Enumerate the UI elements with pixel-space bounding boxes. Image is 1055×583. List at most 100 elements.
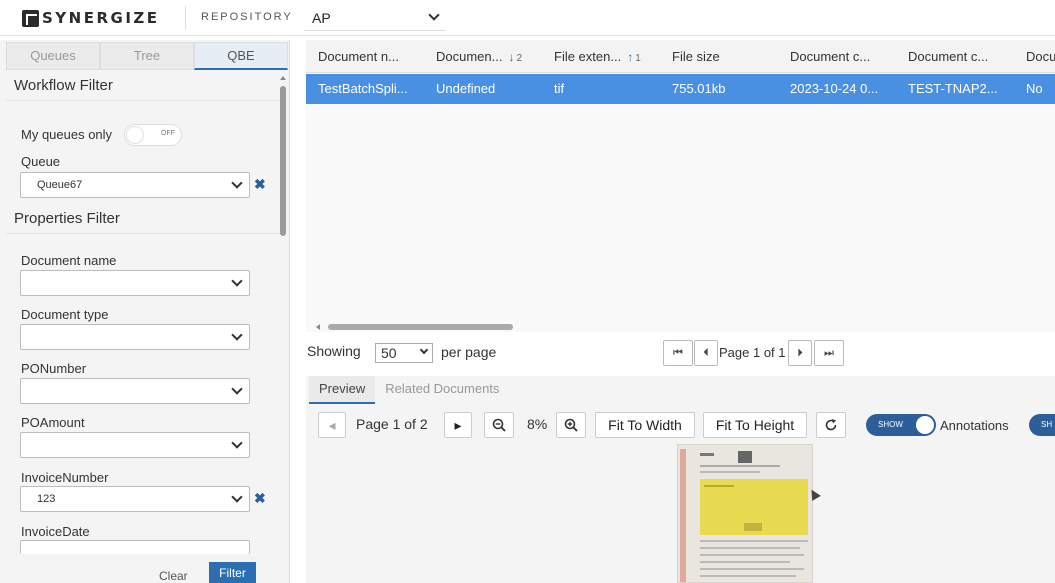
prev-preview-page-button[interactable]: ◂ [318,412,346,438]
rotate-button[interactable] [816,412,846,438]
poamount-label: POAmount [21,415,85,430]
tab-related-documents[interactable]: Related Documents [375,376,509,404]
annotations-toggle[interactable]: SHOW [866,414,936,436]
column-label: File size [672,49,720,64]
column-header-document-created[interactable]: Document c... [778,40,896,73]
fit-to-width-button[interactable]: Fit To Width [595,412,695,438]
tab-tree[interactable]: Tree [100,42,194,70]
clear-queue-icon[interactable]: ✖ [254,176,266,193]
filter-actions: Clear Filter [0,562,280,583]
column-label: Documen... [436,49,503,64]
table-cell: tif [554,81,565,96]
zoom-level: 8% [527,416,548,432]
ponumber-label: PONumber [21,361,87,376]
zoom-out-icon [492,418,506,432]
document-preview-image[interactable] [677,444,813,583]
fit-to-height-button[interactable]: Fit To Height [703,412,807,438]
scrollbar-thumb[interactable] [328,324,513,330]
column-header-docu[interactable]: Docu [1014,40,1055,73]
per-page-select[interactable]: 50 [375,343,433,363]
chevron-down-icon [231,491,243,503]
preview-tabs: Preview Related Documents [309,376,509,404]
filter-button[interactable]: Filter [209,562,256,583]
next-preview-page-button[interactable]: ▸ [444,412,472,438]
document-type-label: Document type [21,307,109,322]
logo-mark-icon [22,9,39,27]
column-label: Document n... [318,49,399,64]
queue-dropdown[interactable]: Queue67 [20,172,250,198]
toggle-knob [916,416,934,434]
sort-index: 2 [516,53,523,64]
chevron-down-icon [231,383,243,395]
grid-horizontal-scrollbar[interactable] [306,322,1055,332]
table-row[interactable]: TestBatchSpli... Undefined tif 755.01kb … [306,74,1055,104]
document-name-dropdown[interactable] [20,270,250,296]
column-header-document-type[interactable]: Documen... ↓ 2 [424,40,542,73]
toggle-knob [126,126,144,144]
grid-page-indicator: Page 1 of 1 [719,345,786,360]
repository-value: AP [312,10,331,26]
rotate-icon [825,419,837,431]
chevron-down-icon [231,177,243,189]
divider [185,6,186,30]
left-tabs: Queues Tree QBE [6,42,288,70]
invoicenumber-dropdown[interactable]: 123 [20,486,250,512]
poamount-dropdown[interactable] [20,432,250,458]
panel-scrollbar[interactable] [279,76,287,576]
prev-page-button[interactable]: ⏴ [694,340,718,366]
filter-panel: Queues Tree QBE Workflow Filter My queue… [0,40,290,583]
scroll-left-icon[interactable] [316,324,320,330]
workflow-filter-heading: Workflow Filter [6,71,280,101]
repository-label: REPOSITORY [201,11,293,23]
clear-button[interactable]: Clear [159,569,188,583]
next-page-button[interactable]: ⏵ [788,340,812,366]
chevron-down-icon [428,9,440,21]
sort-desc-icon: ↓ [508,50,515,64]
last-page-button[interactable]: ⏭ [814,340,844,366]
showing-label: Showing [307,343,361,359]
table-cell: 755.01kb [672,81,726,96]
column-header-document-c[interactable]: Document c... [896,40,1014,73]
zoom-out-button[interactable] [484,412,514,438]
synergize-logo[interactable]: SYNERGIZE [22,9,160,27]
tab-queues[interactable]: Queues [6,42,100,70]
tab-preview[interactable]: Preview [309,376,376,404]
tab-qbe[interactable]: QBE [194,42,288,70]
secondary-show-toggle[interactable]: SH [1029,414,1055,436]
scrollbar-thumb[interactable] [280,86,286,236]
column-header-document-name[interactable]: Document n... [306,40,424,73]
logo-text: SYNERGIZE [42,9,160,27]
document-grid: Document n... Documen... ↓ 2 File exten...… [306,40,1055,332]
ponumber-dropdown[interactable] [20,378,250,404]
preview-page-indicator: Page 1 of 2 [356,416,428,432]
toggle-state: OFF [161,130,175,137]
properties-filter-heading: Properties Filter [6,204,280,234]
table-cell: No [1026,81,1043,96]
document-thumbnail [678,445,812,582]
clear-invoicenumber-icon[interactable]: ✖ [254,490,266,507]
invoicenumber-value: 123 [37,493,56,505]
my-queues-toggle[interactable]: OFF [124,124,182,146]
chevron-down-icon [231,329,243,341]
zoom-in-button[interactable] [556,412,586,438]
repository-select[interactable]: AP [304,4,446,31]
invoicedate-dropdown[interactable] [20,540,250,554]
table-cell: TEST-TNAP2... [908,81,998,96]
toggle-state: SHOW [878,420,903,429]
sort-asc-icon: ↑ [627,50,634,64]
grid-header: Document n... Documen... ↓ 2 File exten...… [306,40,1055,73]
column-header-file-extension[interactable]: File exten... ↑ 1 [542,40,660,73]
chevron-down-icon [231,437,243,449]
queue-value: Queue67 [37,179,83,191]
table-cell: Undefined [436,81,496,96]
first-page-button[interactable]: ⏮ [663,340,693,366]
chevron-down-icon [419,345,429,355]
top-bar: SYNERGIZE REPOSITORY AP [0,0,1055,36]
annotations-label: Annotations [940,418,1009,433]
document-type-dropdown[interactable] [20,324,250,350]
column-header-file-size[interactable]: File size [660,40,778,73]
queue-label: Queue [21,154,61,169]
scroll-up-icon[interactable] [280,76,286,80]
my-queues-label: My queues only [21,127,113,142]
invoicenumber-label: InvoiceNumber [21,470,109,485]
